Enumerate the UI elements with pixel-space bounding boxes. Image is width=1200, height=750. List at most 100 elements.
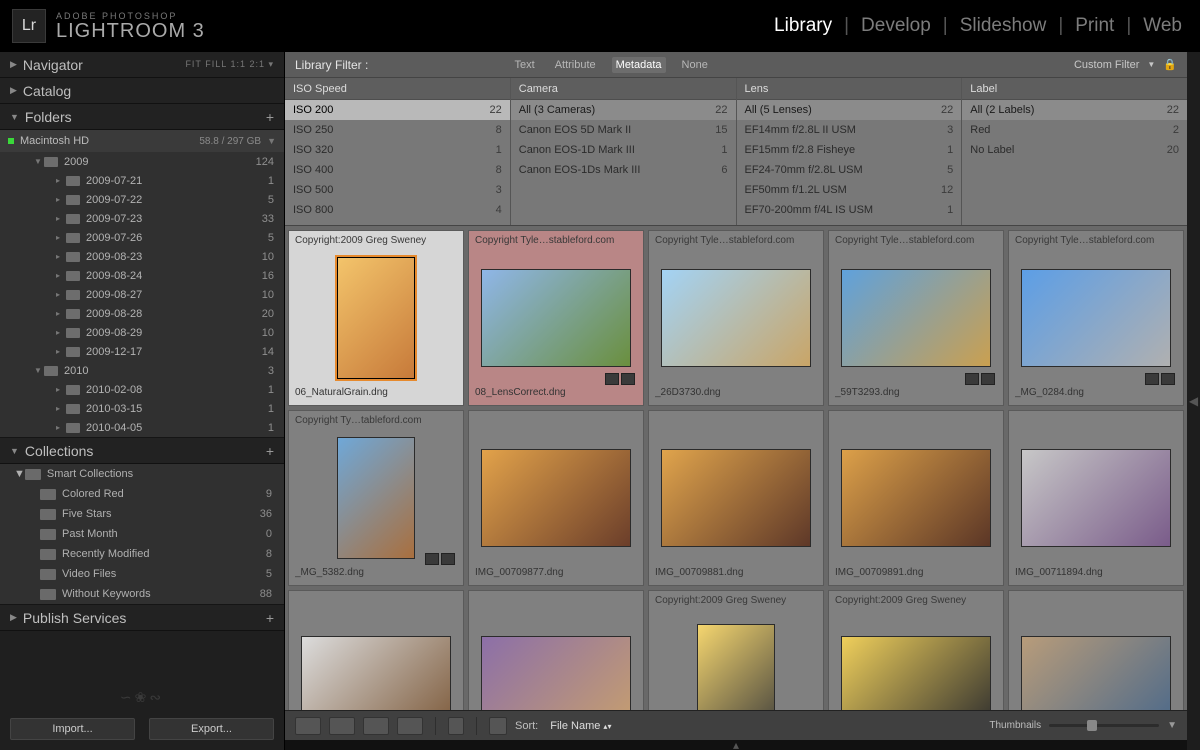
metadata-row[interactable]: EF14mm f/2.8L II USM3 <box>737 120 962 140</box>
filmstrip-handle[interactable]: ▴ <box>285 740 1187 750</box>
folder-row[interactable]: ▸2009-08-2416 <box>0 266 284 285</box>
folder-row[interactable]: ▼20103 <box>0 361 284 380</box>
smart-collection-row[interactable]: Video Files5 <box>0 564 284 584</box>
folder-row[interactable]: ▸2009-07-211 <box>0 171 284 190</box>
thumbnail-cell[interactable] <box>1008 590 1184 710</box>
folder-row[interactable]: ▼2009124 <box>0 152 284 171</box>
metadata-row[interactable]: Canon EOS-1D Mark III1 <box>511 140 736 160</box>
metadata-row[interactable]: ISO 2508 <box>285 120 510 140</box>
module-develop[interactable]: Develop <box>861 15 931 37</box>
sort-direction-button[interactable] <box>489 717 507 735</box>
filter-tab-text[interactable]: Text <box>511 57 539 73</box>
folder-row[interactable]: ▸2010-02-081 <box>0 380 284 399</box>
sort-menu[interactable]: File Name ▴▾ <box>550 720 611 732</box>
lock-icon[interactable]: 🔒 <box>1163 58 1177 71</box>
thumbnail-cell[interactable]: Copyright:2009 Greg Sweney <box>648 590 824 710</box>
thumbnail-cell[interactable]: Copyright Tyle…stableford.com _MG_0284.d… <box>1008 230 1184 406</box>
keyword-badge-icon[interactable] <box>1145 373 1159 385</box>
folder-row[interactable]: ▸2009-08-2910 <box>0 323 284 342</box>
navigator-zoom-presets[interactable]: FIT FILL 1:1 2:1 ▾ <box>185 59 274 70</box>
develop-badge-icon[interactable] <box>981 373 995 385</box>
grid-view-button[interactable] <box>295 717 321 735</box>
metadata-row-all[interactable]: All (2 Labels)22 <box>962 100 1187 120</box>
survey-view-button[interactable] <box>397 717 423 735</box>
module-web[interactable]: Web <box>1143 15 1182 37</box>
toolbar-menu-icon[interactable]: ▼ <box>1167 720 1177 731</box>
collections-panel-header[interactable]: ▼ Collections + <box>0 438 284 464</box>
module-print[interactable]: Print <box>1075 15 1114 37</box>
filter-tab-metadata[interactable]: Metadata <box>612 57 666 73</box>
folder-row[interactable]: ▸2009-07-225 <box>0 190 284 209</box>
metadata-column-header[interactable]: Camera <box>511 78 736 100</box>
folder-row[interactable]: ▸2009-08-2310 <box>0 247 284 266</box>
folder-row[interactable]: ▸2009-12-1714 <box>0 342 284 361</box>
filter-preset-menu[interactable]: Custom Filter <box>1074 59 1139 71</box>
thumbnail-cell[interactable]: Copyright Tyle…stableford.com 08_LensCor… <box>468 230 644 406</box>
metadata-column-header[interactable]: Label <box>962 78 1187 100</box>
smart-collection-row[interactable]: Recently Modified8 <box>0 544 284 564</box>
metadata-row-all[interactable]: All (3 Cameras)22 <box>511 100 736 120</box>
folder-row[interactable]: ▸2009-07-265 <box>0 228 284 247</box>
folder-row[interactable]: ▸2010-03-151 <box>0 399 284 418</box>
smart-collection-row[interactable]: Colored Red9 <box>0 484 284 504</box>
metadata-column-header[interactable]: ISO Speed <box>285 78 510 100</box>
volume-row[interactable]: Macintosh HD 58.8 / 297 GB ▼ <box>0 130 284 152</box>
metadata-column-header[interactable]: Lens <box>737 78 962 100</box>
metadata-row[interactable]: ISO 5003 <box>285 180 510 200</box>
metadata-row[interactable]: Canon EOS 5D Mark II15 <box>511 120 736 140</box>
develop-badge-icon[interactable] <box>621 373 635 385</box>
filter-tab-attribute[interactable]: Attribute <box>551 57 600 73</box>
metadata-row[interactable]: EF24-70mm f/2.8L USM5 <box>737 160 962 180</box>
export-button[interactable]: Export... <box>149 718 274 740</box>
keyword-badge-icon[interactable] <box>965 373 979 385</box>
thumbnail-cell[interactable] <box>288 590 464 710</box>
add-collection-icon[interactable]: + <box>266 443 274 459</box>
thumbnail-cell[interactable]: Copyright Ty…tableford.com _MG_5382.dng <box>288 410 464 586</box>
metadata-row[interactable]: EF50mm f/1.2L USM12 <box>737 180 962 200</box>
thumbnail-cell[interactable]: Copyright Tyle…stableford.com _26D3730.d… <box>648 230 824 406</box>
painter-tool-button[interactable] <box>448 717 464 735</box>
thumbnail-cell[interactable]: IMG_00709877.dng <box>468 410 644 586</box>
thumbnail-cell[interactable]: IMG_00711894.dng <box>1008 410 1184 586</box>
metadata-row-all[interactable]: All (5 Lenses)22 <box>737 100 962 120</box>
metadata-row[interactable]: ISO 8004 <box>285 200 510 220</box>
folders-panel-header[interactable]: ▼ Folders + <box>0 104 284 130</box>
thumbnail-cell[interactable]: IMG_00709881.dng <box>648 410 824 586</box>
right-panel-handle[interactable]: ◀ <box>1187 52 1200 750</box>
catalog-panel-header[interactable]: ▶ Catalog <box>0 78 284 104</box>
add-publish-icon[interactable]: + <box>266 610 274 626</box>
folder-row[interactable]: ▸2009-07-2333 <box>0 209 284 228</box>
metadata-row[interactable]: EF70-200mm f/4L IS USM1 <box>737 200 962 220</box>
keyword-badge-icon[interactable] <box>605 373 619 385</box>
metadata-row[interactable]: No Label20 <box>962 140 1187 160</box>
folder-row[interactable]: ▸2010-04-051 <box>0 418 284 437</box>
compare-view-button[interactable] <box>363 717 389 735</box>
folder-row[interactable]: ▸2009-08-2820 <box>0 304 284 323</box>
chevron-down-icon[interactable]: ▼ <box>267 136 276 146</box>
thumbnail-size-slider[interactable] <box>1049 724 1159 727</box>
loupe-view-button[interactable] <box>329 717 355 735</box>
thumbnail-cell[interactable]: Copyright:2009 Greg Sweney <box>828 590 1004 710</box>
smart-collection-row[interactable]: Five Stars36 <box>0 504 284 524</box>
smart-collection-row[interactable]: Past Month0 <box>0 524 284 544</box>
module-slideshow[interactable]: Slideshow <box>960 15 1047 37</box>
thumbnail-cell[interactable]: Copyright Tyle…stableford.com _59T3293.d… <box>828 230 1004 406</box>
thumbnail-grid-viewport[interactable]: Copyright:2009 Greg Sweney 06_NaturalGra… <box>285 226 1187 710</box>
metadata-row[interactable]: EF15mm f/2.8 Fisheye1 <box>737 140 962 160</box>
metadata-row[interactable]: ISO 4008 <box>285 160 510 180</box>
navigator-panel-header[interactable]: ▶ Navigator FIT FILL 1:1 2:1 ▾ <box>0 52 284 78</box>
smart-collections-group[interactable]: ▼ Smart Collections <box>0 464 284 484</box>
import-button[interactable]: Import... <box>10 718 135 740</box>
metadata-row[interactable]: Red2 <box>962 120 1187 140</box>
thumbnail-cell[interactable] <box>468 590 644 710</box>
keyword-badge-icon[interactable] <box>425 553 439 565</box>
metadata-row[interactable]: ISO 20022 <box>285 100 510 120</box>
thumbnail-cell[interactable]: IMG_00709891.dng <box>828 410 1004 586</box>
develop-badge-icon[interactable] <box>441 553 455 565</box>
folder-row[interactable]: ▸2009-08-2710 <box>0 285 284 304</box>
publish-panel-header[interactable]: ▶ Publish Services + <box>0 605 284 631</box>
develop-badge-icon[interactable] <box>1161 373 1175 385</box>
metadata-row[interactable]: ISO 3201 <box>285 140 510 160</box>
add-folder-icon[interactable]: + <box>266 109 274 125</box>
thumbnail-cell[interactable]: Copyright:2009 Greg Sweney 06_NaturalGra… <box>288 230 464 406</box>
